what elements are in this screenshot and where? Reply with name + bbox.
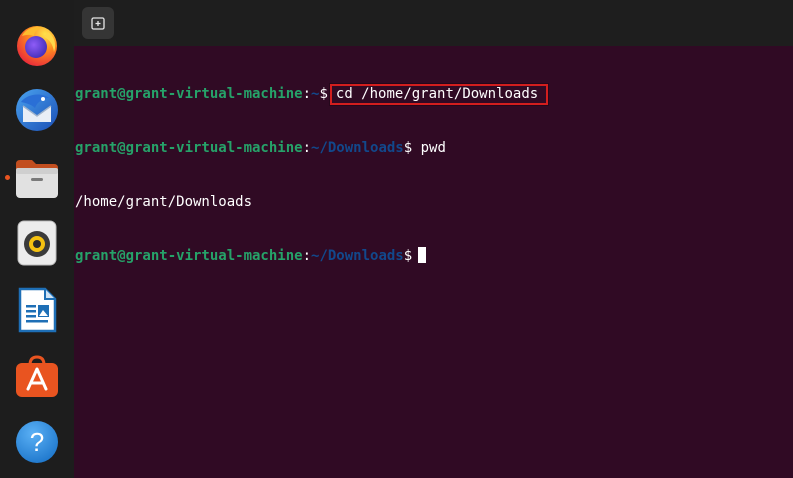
- text-cursor: [418, 247, 427, 263]
- terminal-line: grant@grant-virtual-machine:~/Downloads$: [75, 247, 790, 265]
- command-text: pwd: [412, 140, 446, 156]
- dock-item-firefox[interactable]: [13, 21, 61, 69]
- dock-item-libreoffice-writer[interactable]: [13, 286, 61, 334]
- dock-item-app-center[interactable]: [13, 352, 61, 400]
- dock-item-thunderbird[interactable]: [13, 86, 61, 134]
- prompt-dollar: $: [403, 140, 413, 156]
- dock: ?: [0, 0, 74, 478]
- terminal-line: /home/grant/Downloads: [75, 193, 790, 211]
- terminal-line: grant@grant-virtual-machine:~$ cd /home/g…: [75, 84, 790, 105]
- terminal-line: grant@grant-virtual-machine:~/Downloads$…: [75, 139, 790, 157]
- dock-item-rhythmbox[interactable]: [13, 219, 61, 267]
- terminal-output[interactable]: grant@grant-virtual-machine:~$ cd /home/g…: [75, 49, 790, 301]
- prompt-user: grant@grant-virtual-machine: [75, 86, 303, 102]
- libreoffice-writer-icon: [18, 287, 57, 333]
- command-output: /home/grant/Downloads: [75, 194, 253, 210]
- prompt-path: ~/Downloads: [311, 140, 404, 156]
- new-tab-button[interactable]: [82, 7, 114, 39]
- help-icon: ?: [16, 421, 58, 463]
- rhythmbox-icon: [17, 220, 57, 266]
- terminal-window[interactable]: grant@grant-virtual-machine:~$ cd /home/g…: [74, 0, 793, 478]
- prompt-dollar: $: [403, 248, 413, 264]
- dock-item-files[interactable]: [13, 154, 61, 202]
- prompt-dollar: $: [319, 86, 328, 102]
- dock-item-help[interactable]: ?: [13, 418, 61, 466]
- thunderbird-icon: [16, 89, 58, 131]
- terminal-titlebar: [74, 0, 793, 46]
- prompt-user: grant@grant-virtual-machine: [75, 140, 303, 156]
- prompt-colon: :: [302, 248, 312, 264]
- prompt-path: ~/Downloads: [311, 248, 404, 264]
- app-center-icon: [16, 355, 58, 397]
- highlighted-command: cd /home/grant/Downloads: [329, 84, 549, 105]
- new-tab-icon: [91, 17, 105, 30]
- prompt-colon: :: [302, 140, 312, 156]
- firefox-icon: [17, 26, 57, 66]
- prompt-colon: :: [302, 86, 312, 102]
- prompt-user: grant@grant-virtual-machine: [75, 248, 303, 264]
- help-glyph: ?: [30, 427, 44, 457]
- running-indicator: [5, 175, 10, 180]
- files-icon: [16, 160, 58, 198]
- desktop: ? grant@grant-virtual-machine:~$ cd /home…: [0, 0, 793, 478]
